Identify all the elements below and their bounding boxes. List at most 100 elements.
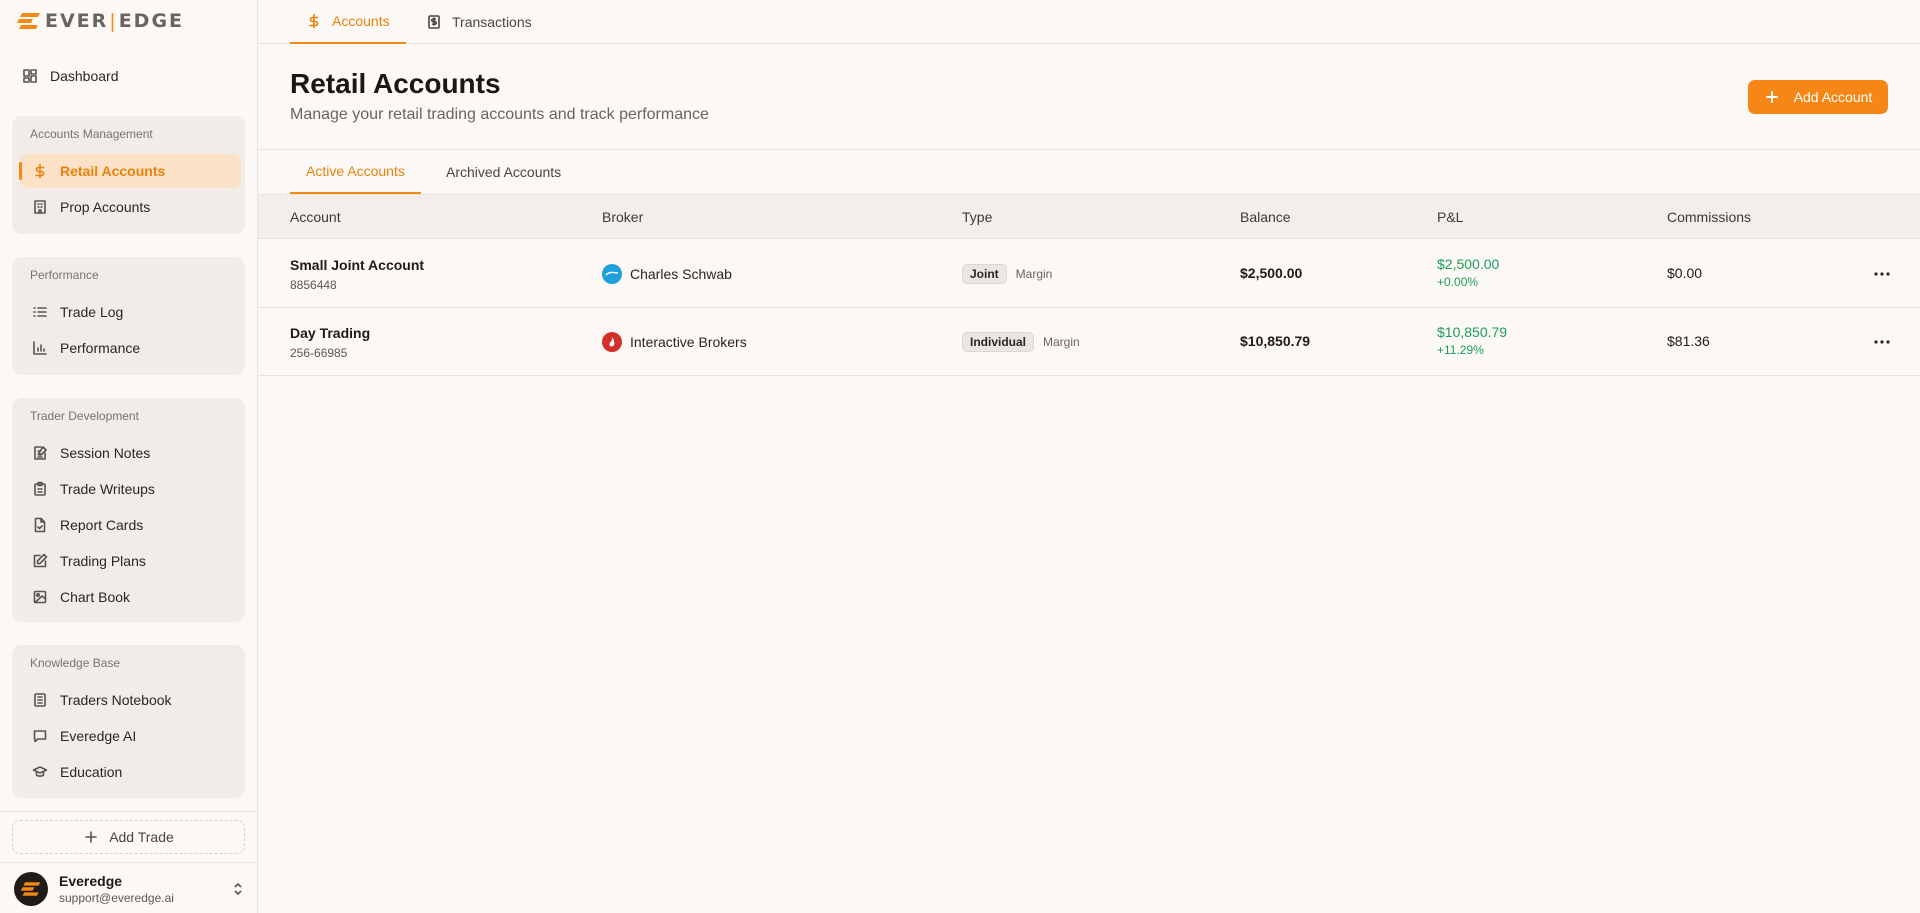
add-trade-button[interactable]: Add Trade — [12, 820, 245, 854]
sidebar-group-title: Knowledge Base — [30, 656, 121, 670]
sidebar-item-label: Trade Writeups — [60, 481, 155, 497]
user-email: support@everedge.ai — [59, 890, 174, 905]
sidebar-item-prop-accounts[interactable]: Prop Accounts — [20, 190, 241, 224]
sidebar-item-label: Education — [60, 764, 123, 780]
tab-label: Accounts — [332, 13, 390, 29]
sidebar-item-chart-book[interactable]: Chart Book — [20, 580, 241, 614]
avatar — [14, 872, 48, 906]
broker-cell: Charles Schwab — [602, 264, 732, 284]
dollar-icon — [306, 13, 322, 29]
everedge-logo-icon — [17, 13, 40, 29]
chevron-up-down-icon[interactable] — [230, 881, 246, 897]
pencil-square-icon — [32, 553, 48, 569]
pnl-value: $2,500.00 — [1437, 256, 1500, 272]
sidebar-group-accounts-management: Accounts Management Retail Accounts Prop… — [12, 116, 245, 234]
column-header-commissions[interactable]: Commissions — [1667, 209, 1751, 225]
bar-chart-icon — [32, 340, 48, 356]
pnl-percent: +0.00% — [1437, 275, 1479, 289]
sidebar-group-title: Performance — [30, 268, 99, 282]
column-header-account[interactable]: Account — [290, 209, 341, 225]
table-row[interactable]: Small Joint Account 8856448 Charles Schw… — [258, 240, 1920, 308]
everedge-logo[interactable]: EVER|EDGE — [16, 11, 184, 31]
sidebar-item-label: Retail Accounts — [60, 163, 166, 179]
chat-icon — [32, 728, 48, 744]
account-number: 256-66985 — [290, 346, 348, 360]
more-horizontal-icon — [1874, 340, 1890, 344]
file-check-icon — [32, 517, 48, 533]
sidebar-item-label: Prop Accounts — [60, 199, 151, 215]
tab-active-accounts[interactable]: Active Accounts — [290, 150, 421, 194]
tab-accounts[interactable]: Accounts — [290, 0, 406, 44]
sidebar-item-trading-plans[interactable]: Trading Plans — [20, 544, 241, 578]
main-content: Accounts Transactions Retail Accounts Ma… — [258, 0, 1920, 913]
sidebar-divider — [0, 811, 258, 812]
tab-archived-accounts[interactable]: Archived Accounts — [430, 150, 577, 194]
sidebar-item-label: Dashboard — [50, 68, 119, 84]
broker-name: Charles Schwab — [630, 266, 732, 282]
sidebar-item-everedge-ai[interactable]: Everedge AI — [20, 719, 241, 753]
sidebar-item-trade-log[interactable]: Trade Log — [20, 295, 241, 329]
charles-schwab-logo-icon — [602, 264, 622, 284]
interactive-brokers-logo-icon — [602, 332, 622, 352]
sidebar-item-session-notes[interactable]: Session Notes — [20, 436, 241, 470]
sidebar-item-retail-accounts[interactable]: Retail Accounts — [19, 154, 241, 188]
balance-cell: $10,850.79 — [1240, 333, 1311, 349]
broker-name: Interactive Brokers — [630, 334, 747, 350]
sidebar-item-dashboard[interactable]: Dashboard — [14, 64, 244, 88]
sidebar-item-label: Trade Log — [60, 304, 124, 320]
sidebar-item-traders-notebook[interactable]: Traders Notebook — [20, 683, 241, 717]
table-row[interactable]: Day Trading 256-66985 Interactive Broker… — [258, 308, 1920, 376]
sidebar-item-label: Everedge AI — [60, 728, 137, 744]
column-header-pnl[interactable]: P&L — [1437, 209, 1463, 225]
sidebar-item-label: Performance — [60, 340, 141, 356]
sidebar-group-title: Trader Development — [30, 409, 139, 423]
sidebar-item-label: Chart Book — [60, 589, 131, 605]
graduation-cap-icon — [32, 764, 48, 780]
top-tab-bar: Accounts Transactions — [258, 0, 1920, 44]
tab-transactions[interactable]: Transactions — [410, 0, 548, 44]
tab-label: Archived Accounts — [446, 164, 562, 180]
add-account-label: Add Account — [1793, 89, 1873, 105]
list-icon — [32, 304, 48, 320]
sidebar-item-report-cards[interactable]: Report Cards — [20, 508, 241, 542]
add-trade-label: Add Trade — [109, 829, 174, 845]
account-subtype: Margin — [1043, 335, 1080, 349]
pnl-percent: +11.29% — [1437, 343, 1484, 357]
sidebar-group-title: Accounts Management — [30, 127, 153, 141]
type-cell: Individual Margin — [962, 332, 1080, 352]
logo-text-left: EVER — [45, 10, 109, 32]
pnl-cell: $10,850.79 +11.29% — [1437, 324, 1507, 358]
tab-label: Transactions — [452, 14, 532, 30]
table-header: Account Broker Type Balance P&L Commissi… — [258, 194, 1920, 239]
sidebar-item-label: Trading Plans — [60, 553, 146, 569]
page-subtitle: Manage your retail trading accounts and … — [290, 106, 709, 123]
broker-cell: Interactive Brokers — [602, 332, 747, 352]
sidebar-group-performance: Performance Trade Log Performance — [12, 257, 245, 375]
sidebar-item-label: Traders Notebook — [60, 692, 172, 708]
user-menu[interactable]: Everedge support@everedge.ai — [14, 872, 246, 906]
dollar-icon — [32, 163, 48, 179]
sidebar-item-performance[interactable]: Performance — [20, 331, 241, 365]
pnl-value: $10,850.79 — [1437, 324, 1508, 340]
column-header-balance[interactable]: Balance — [1240, 209, 1291, 225]
clipboard-icon — [32, 481, 48, 497]
sidebar-group-knowledge-base: Knowledge Base Traders Notebook Everedge… — [12, 645, 245, 798]
sidebar-item-education[interactable]: Education — [20, 755, 241, 789]
sidebar-group-trader-development: Trader Development Session Notes Trade W… — [12, 398, 245, 622]
column-header-type[interactable]: Type — [962, 209, 992, 225]
row-actions-button[interactable] — [1870, 262, 1894, 286]
account-name: Small Joint Account — [290, 257, 425, 273]
account-cell: Day Trading 256-66985 — [290, 324, 370, 361]
sidebar-divider — [0, 862, 258, 863]
pnl-cell: $2,500.00 +0.00% — [1437, 256, 1499, 290]
page-title: Retail Accounts — [290, 68, 501, 99]
sidebar-item-trade-writeups[interactable]: Trade Writeups — [20, 472, 241, 506]
receipt-icon — [426, 14, 442, 30]
column-header-broker[interactable]: Broker — [602, 209, 643, 225]
row-actions-button[interactable] — [1870, 330, 1894, 354]
image-icon — [32, 589, 48, 605]
plus-icon — [1764, 89, 1780, 105]
add-account-button[interactable]: Add Account — [1748, 80, 1888, 114]
tab-label: Active Accounts — [306, 163, 405, 179]
account-type-badge: Joint — [962, 264, 1007, 284]
